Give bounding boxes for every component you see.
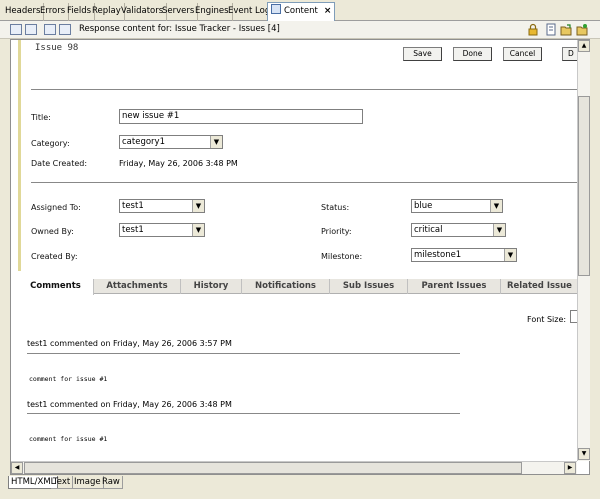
- chevron-down-icon: ▼: [490, 200, 502, 212]
- cancel-button[interactable]: Cancel: [503, 47, 542, 61]
- vertical-scrollbar[interactable]: ▲ ▼: [577, 40, 590, 461]
- horizontal-scrollbar[interactable]: ◀ ▶: [11, 461, 577, 474]
- tab-attachments[interactable]: Attachments: [94, 279, 181, 294]
- category-select[interactable]: category1 ▼: [119, 135, 223, 149]
- chevron-down-icon: ▼: [504, 249, 516, 261]
- milestone-select[interactable]: milestone1 ▼: [411, 248, 517, 262]
- comment-body: comment for issue #1: [29, 375, 108, 383]
- tab-history[interactable]: History: [181, 279, 242, 294]
- tab-parent-issues[interactable]: Parent Issues: [408, 279, 501, 294]
- comment-header: test1 commented on Friday, May 26, 2006 …: [27, 339, 232, 348]
- tab-raw[interactable]: Raw: [100, 476, 123, 489]
- tab-comments[interactable]: Comments: [18, 279, 94, 295]
- category-label: Category:: [31, 139, 70, 148]
- chevron-down-icon: ▼: [192, 200, 204, 212]
- comment-header: test1 commented on Friday, May 26, 2006 …: [27, 400, 232, 409]
- comment-divider: [27, 353, 460, 354]
- date-created-value: Friday, May 26, 2006 3:48 PM: [119, 159, 238, 168]
- owned-by-label: Owned By:: [31, 227, 74, 236]
- owned-by-select[interactable]: test1 ▼: [119, 223, 205, 237]
- scroll-left-icon[interactable]: ◀: [11, 462, 23, 474]
- status-label: Status:: [321, 203, 350, 212]
- scrollbar-thumb[interactable]: [24, 462, 522, 474]
- assigned-to-value: test1: [122, 201, 144, 211]
- issue-subtabs: Comments Attachments History Notificatio…: [18, 279, 577, 295]
- grid-view-icon[interactable]: [59, 24, 71, 35]
- tab-content-label: Content: [284, 6, 318, 16]
- milestone-value: milestone1: [414, 250, 462, 260]
- owned-by-value: test1: [122, 225, 144, 235]
- priority-label: Priority:: [321, 227, 352, 236]
- created-by-label: Created By:: [31, 252, 78, 261]
- scroll-right-icon[interactable]: ▶: [564, 462, 576, 474]
- scroll-down-icon[interactable]: ▼: [578, 448, 590, 460]
- lock-icon[interactable]: [527, 23, 539, 36]
- chevron-down-icon: ▼: [192, 224, 204, 236]
- tab-related-issues[interactable]: Related Issue: [501, 279, 577, 294]
- milestone-label: Milestone:: [321, 252, 363, 261]
- bottom-tab-bar: HTML/XML Text Image Raw: [0, 476, 600, 489]
- comment-divider: [27, 413, 460, 414]
- comment-body: comment for issue #1: [29, 435, 108, 443]
- document-icon[interactable]: [545, 23, 557, 36]
- assigned-to-select[interactable]: test1 ▼: [119, 199, 205, 213]
- font-size-select[interactable]: [570, 310, 577, 323]
- status-select[interactable]: blue ▼: [411, 199, 503, 213]
- date-created-label: Date Created:: [31, 159, 88, 168]
- open-folder-icon[interactable]: [560, 23, 572, 36]
- delete-button[interactable]: D: [562, 47, 577, 61]
- issue-detail-panel: Issue 98 Save Done Cancel D Title: new i…: [18, 40, 577, 271]
- assigned-to-label: Assigned To:: [31, 203, 81, 212]
- issue-page: Issue 98 Save Done Cancel D Title: new i…: [11, 40, 577, 461]
- layout-icon[interactable]: [10, 24, 22, 35]
- save-button[interactable]: Save: [403, 47, 442, 61]
- response-content-frame: Issue 98 Save Done Cancel D Title: new i…: [10, 39, 590, 475]
- font-size-label: Font Size:: [527, 315, 567, 324]
- category-value: category1: [122, 137, 165, 147]
- tab-notifications[interactable]: Notifications: [242, 279, 330, 294]
- page-view-icon[interactable]: [44, 24, 56, 35]
- tab-sub-issues[interactable]: Sub Issues: [330, 279, 408, 294]
- title-field[interactable]: new issue #1: [119, 109, 363, 124]
- chevron-down-icon: ▼: [210, 136, 222, 148]
- scroll-up-icon[interactable]: ▲: [578, 40, 590, 52]
- save-folder-icon[interactable]: [576, 23, 588, 36]
- content-icon: [271, 4, 281, 14]
- content-toolbar: Response content for: Issue Tracker - Is…: [0, 21, 600, 39]
- tab-content[interactable]: Content ×: [267, 2, 336, 21]
- divider: [31, 89, 577, 90]
- status-value: blue: [414, 201, 433, 211]
- close-icon[interactable]: ×: [324, 6, 332, 16]
- issue-title: Issue 98: [35, 43, 79, 53]
- scrollbar-thumb[interactable]: [578, 96, 590, 276]
- split-view-icon[interactable]: [25, 24, 37, 35]
- divider: [31, 182, 577, 183]
- tab-text[interactable]: Text: [51, 476, 74, 489]
- tab-image[interactable]: Image: [72, 476, 104, 489]
- title-label: Title:: [31, 113, 51, 122]
- priority-select[interactable]: critical ▼: [411, 223, 506, 237]
- priority-value: critical: [414, 225, 443, 235]
- view-tab-bar: Headers Errors Fields Replay Validators …: [0, 0, 600, 21]
- chevron-down-icon: ▼: [493, 224, 505, 236]
- done-button[interactable]: Done: [453, 47, 492, 61]
- response-content-label: Response content for: Issue Tracker - Is…: [79, 24, 280, 34]
